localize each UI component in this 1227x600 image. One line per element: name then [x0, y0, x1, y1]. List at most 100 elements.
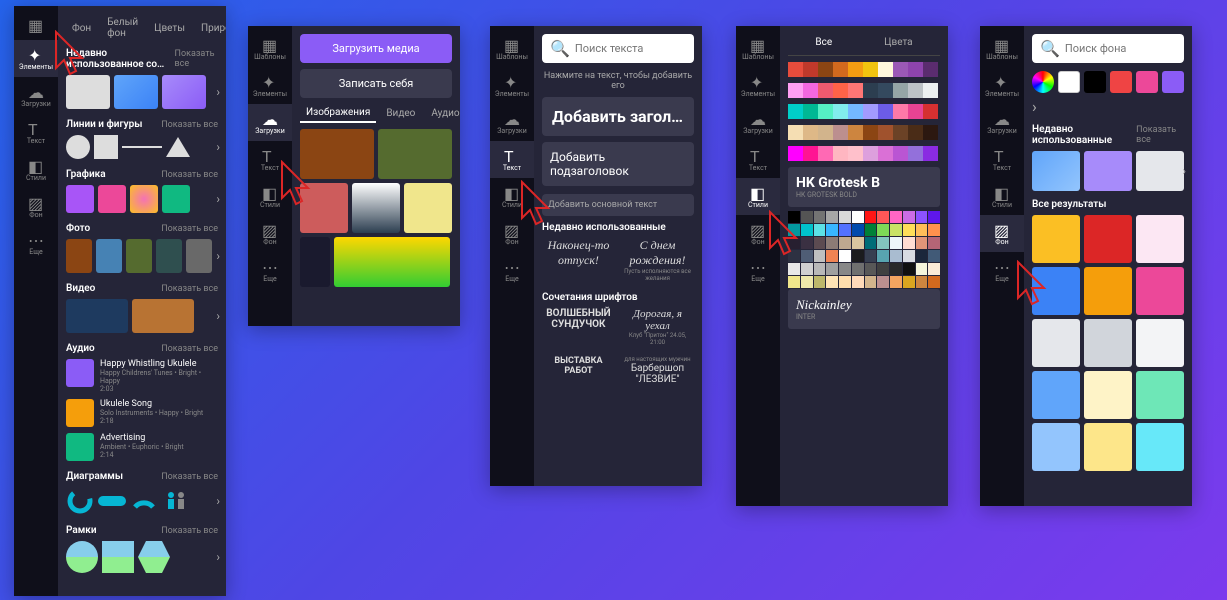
frame-thumb[interactable]: [102, 541, 134, 573]
sidebar-uploads[interactable]: ☁Загрузки: [14, 77, 58, 114]
sidebar-text[interactable]: TТекст: [490, 141, 534, 178]
color-swatch[interactable]: [848, 104, 863, 119]
color-swatch[interactable]: [801, 224, 813, 236]
color-swatch[interactable]: [923, 62, 938, 77]
sidebar-templates[interactable]: ▦Шаблоны: [490, 30, 534, 67]
color-swatch[interactable]: [923, 83, 938, 98]
color-swatch[interactable]: [893, 104, 908, 119]
audio-item[interactable]: Ukulele SongSolo Instruments • Happy • B…: [66, 399, 218, 427]
sidebar-styles[interactable]: ◧Стили: [248, 178, 292, 215]
color-swatch[interactable]: [865, 237, 877, 249]
text-preset[interactable]: ВОЛШЕБНЫЙ СУНДУЧОК: [542, 308, 615, 330]
chart-bar-icon[interactable]: [98, 496, 126, 506]
photo-thumb[interactable]: [126, 239, 152, 273]
color-swatch[interactable]: [928, 250, 940, 262]
color-swatch[interactable]: [833, 62, 848, 77]
sidebar-uploads[interactable]: ☁Загрузки: [490, 104, 534, 141]
sidebar-more[interactable]: ⋯Еще: [490, 252, 534, 289]
bg-thumb[interactable]: [1032, 215, 1080, 263]
color-swatch[interactable]: [863, 62, 878, 77]
color-swatch[interactable]: [877, 276, 889, 288]
color-swatch[interactable]: [916, 250, 928, 262]
upload-thumb[interactable]: [334, 237, 450, 287]
sidebar-templates[interactable]: ▦Шаблоны: [248, 30, 292, 67]
color-swatch[interactable]: [833, 104, 848, 119]
sidebar-styles[interactable]: ◧Стили: [14, 151, 58, 188]
color-swatch[interactable]: [878, 104, 893, 119]
color-swatch[interactable]: [865, 263, 877, 275]
color-swatch[interactable]: [916, 224, 928, 236]
sidebar-background[interactable]: ▨Фон: [736, 215, 780, 252]
sidebar-background[interactable]: ▨Фон: [248, 215, 292, 252]
color-swatch[interactable]: [893, 125, 908, 140]
color-swatch[interactable]: [890, 237, 902, 249]
chart-people-icon[interactable]: [162, 487, 190, 515]
color-swatch[interactable]: [890, 250, 902, 262]
color-swatch[interactable]: [833, 146, 848, 161]
color-swatch[interactable]: [848, 83, 863, 98]
upload-thumb[interactable]: [300, 237, 330, 287]
color-swatch[interactable]: [863, 104, 878, 119]
sidebar-uploads[interactable]: ☁Загрузки: [248, 104, 292, 141]
graphic-thumb[interactable]: [130, 185, 158, 213]
color-swatch[interactable]: [818, 146, 833, 161]
color-swatch[interactable]: [801, 276, 813, 288]
photo-thumb[interactable]: [96, 239, 122, 273]
chevron-right-icon[interactable]: ›: [216, 550, 220, 564]
recent-thumb[interactable]: [114, 75, 158, 109]
sidebar-elements[interactable]: ✦Элементы: [980, 67, 1024, 104]
bg-thumb[interactable]: [1084, 215, 1132, 263]
text-preset[interactable]: ВЫСТАВКА РАБОТ: [542, 356, 615, 376]
sidebar-styles[interactable]: ◧Стили: [490, 178, 534, 215]
color-swatch[interactable]: [788, 83, 803, 98]
color-swatch[interactable]: [928, 237, 940, 249]
color-swatch[interactable]: [833, 125, 848, 140]
color-swatch[interactable]: [923, 104, 938, 119]
color-swatch[interactable]: [890, 224, 902, 236]
audio-item[interactable]: AdvertisingAmbient • Euphoric • Bright2:…: [66, 433, 218, 461]
color-swatch[interactable]: [803, 146, 818, 161]
color-swatch[interactable]: [814, 276, 826, 288]
color-swatch[interactable]: [908, 125, 923, 140]
bg-thumb[interactable]: [1084, 267, 1132, 315]
tab-images[interactable]: Изображения: [300, 104, 376, 123]
chevron-right-icon[interactable]: ›: [1032, 97, 1037, 116]
color-swatch[interactable]: [833, 83, 848, 98]
graphic-thumb[interactable]: [66, 185, 94, 213]
shape-square[interactable]: [94, 135, 118, 159]
color-swatch[interactable]: [801, 263, 813, 275]
recent-thumb[interactable]: [66, 75, 110, 109]
color-swatch[interactable]: [923, 146, 938, 161]
color-swatch[interactable]: [865, 276, 877, 288]
color-swatch[interactable]: [890, 263, 902, 275]
chevron-right-icon[interactable]: ›: [216, 249, 220, 263]
color-swatch[interactable]: [839, 263, 851, 275]
color-swatch[interactable]: [803, 62, 818, 77]
sidebar-uploads[interactable]: ☁Загрузки: [736, 104, 780, 141]
sidebar-background[interactable]: ▨Фон: [14, 188, 58, 225]
chart-donut-icon[interactable]: [66, 487, 94, 515]
color-swatch[interactable]: [916, 276, 928, 288]
sidebar-background[interactable]: ▨Фон: [980, 215, 1024, 252]
color-swatch[interactable]: [893, 146, 908, 161]
chevron-right-icon[interactable]: ›: [216, 140, 220, 154]
bg-thumb[interactable]: [1032, 371, 1080, 419]
chevron-right-icon[interactable]: ›: [216, 494, 220, 508]
photo-thumb[interactable]: [66, 239, 92, 273]
photo-thumb[interactable]: [156, 239, 182, 273]
color-swatch[interactable]: [903, 263, 915, 275]
color-swatch[interactable]: [1058, 71, 1080, 93]
color-swatch[interactable]: [923, 125, 938, 140]
color-swatch[interactable]: [814, 211, 826, 223]
chevron-right-icon[interactable]: ›: [1182, 164, 1186, 178]
sidebar-text[interactable]: TТекст: [14, 114, 58, 151]
video-thumb[interactable]: [132, 299, 194, 333]
sidebar-elements[interactable]: ✦Элементы: [248, 67, 292, 104]
color-swatch[interactable]: [877, 263, 889, 275]
upload-thumb[interactable]: [300, 183, 348, 233]
shape-triangle[interactable]: [166, 137, 190, 157]
font-card[interactable]: HK Grotesk B HK GROTESK BOLD: [788, 167, 940, 207]
upload-thumb[interactable]: [404, 183, 452, 233]
color-swatch[interactable]: [865, 211, 877, 223]
color-swatch[interactable]: [908, 83, 923, 98]
